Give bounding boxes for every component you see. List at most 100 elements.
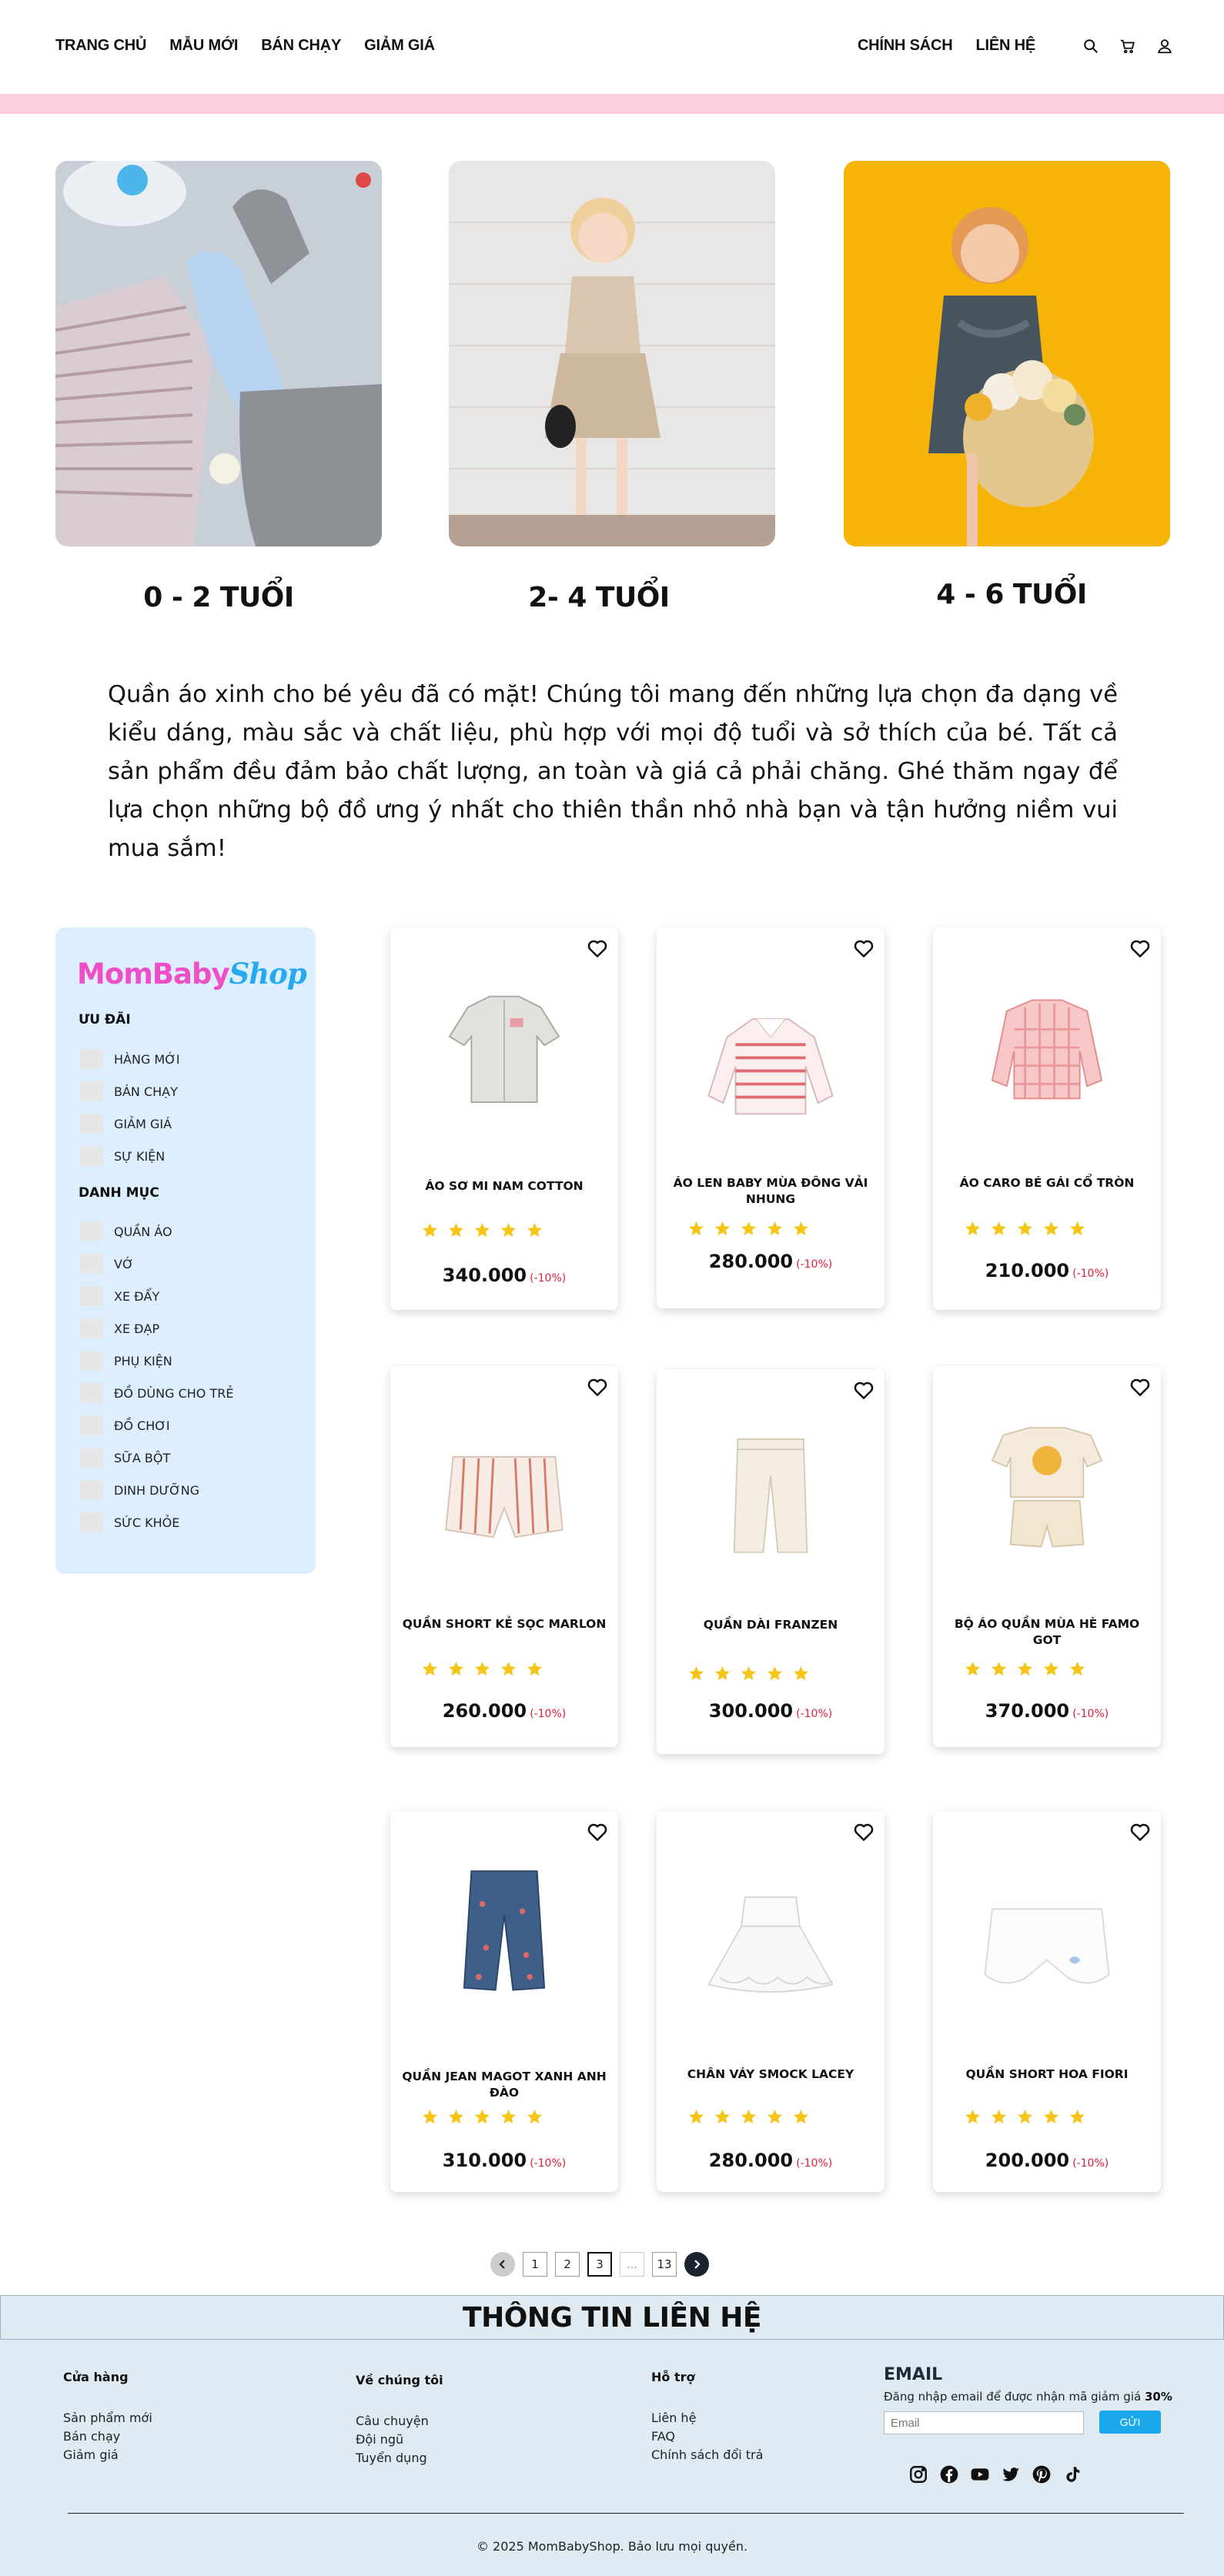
page-2-button[interactable]: 2 [555,2252,580,2277]
twitter-icon[interactable] [1001,2464,1021,2484]
page-3-button[interactable]: 3 [587,2252,612,2277]
email-input[interactable] [884,2411,1084,2434]
heart-icon[interactable] [852,1820,875,1843]
category-filter-item[interactable]: SỮA BỘT [80,1448,170,1468]
product-image[interactable] [970,1417,1124,1555]
product-card[interactable]: BỘ ÁO QUẦN MÙA HÈ FAMO GOT 370.000 (-10%) [933,1366,1161,1747]
offer-filter-item[interactable]: GIẢM GIÁ [80,1114,172,1134]
nav-sale[interactable]: GIẢM GIÁ [364,37,435,55]
product-image[interactable] [970,1873,1124,2011]
category-filter-item[interactable]: QUẦN ÁO [80,1221,172,1241]
heart-icon[interactable] [586,1820,609,1843]
heart-icon[interactable] [586,937,609,960]
product-name[interactable]: QUẦN JEAN MAGOT XANH ANH ĐÀO [401,2069,607,2101]
filter-checkbox[interactable] [80,1286,103,1306]
footer-link-story[interactable]: Câu chuyện [356,2412,443,2431]
offer-filter-item[interactable]: BÁN CHẠY [80,1081,178,1101]
filter-checkbox[interactable] [80,1049,103,1069]
product-image[interactable] [427,1428,581,1566]
footer-link-team[interactable]: Đội ngũ [356,2431,443,2449]
product-card[interactable]: ÁO SƠ MI NAM COTTON 340.000 (-10%) [390,927,618,1310]
pinterest-icon[interactable] [1032,2464,1052,2484]
filter-checkbox[interactable] [80,1415,103,1435]
user-icon[interactable] [1156,38,1173,55]
product-name[interactable]: ÁO LEN BABY MÙA ĐÔNG VẢI NHUNG [667,1175,874,1208]
offer-filter-item[interactable]: HÀNG MỚI [80,1049,180,1069]
filter-checkbox[interactable] [80,1114,103,1134]
filter-checkbox[interactable] [80,1254,103,1274]
shop-logo[interactable]: MomBabyShop [77,957,307,991]
product-name[interactable]: QUẦN SHORT HOA FIORI [944,2066,1150,2083]
filter-checkbox[interactable] [80,1146,103,1166]
product-image[interactable] [694,994,848,1132]
product-name[interactable]: ÁO SƠ MI NAM COTTON [401,1178,607,1194]
nav-policy[interactable]: CHÍNH SÁCH [858,37,953,55]
product-image[interactable] [427,1860,581,1999]
heart-icon[interactable] [852,1378,875,1402]
product-name[interactable]: QUẦN DÀI FRANZEN [667,1617,874,1633]
footer-link-careers[interactable]: Tuyển dụng [356,2449,443,2467]
footer-link-faq[interactable]: FAQ [651,2427,763,2446]
age-card-2-4[interactable] [449,161,775,546]
filter-checkbox[interactable] [80,1081,103,1101]
heart-icon[interactable] [1129,937,1152,960]
heart-icon[interactable] [1129,1820,1152,1843]
filter-checkbox[interactable] [80,1480,103,1500]
age-label-4-6[interactable]: 4 - 6 TUỔI [848,579,1175,610]
cart-icon[interactable] [1119,38,1136,55]
category-filter-item[interactable]: ĐỒ CHƠI [80,1415,170,1435]
age-card-0-2[interactable] [55,161,382,546]
footer-link-contact[interactable]: Liên hệ [651,2409,763,2427]
product-name[interactable]: ÁO CARO BÉ GÁI CỔ TRÒN [944,1175,1150,1191]
product-image[interactable] [694,1868,848,2006]
product-name[interactable]: CHÂN VÁY SMOCK LACEY [667,2066,874,2083]
instagram-icon[interactable] [908,2464,928,2484]
filter-checkbox[interactable] [80,1318,103,1338]
category-filter-item[interactable]: VỚ [80,1254,134,1274]
product-image[interactable] [427,978,581,1117]
product-card[interactable]: CHÂN VÁY SMOCK LACEY 280.000 (-10%) [657,1811,885,2192]
offer-filter-item[interactable]: SỰ KIỆN [80,1146,165,1166]
footer-link-bestseller[interactable]: Bán chạy [63,2427,152,2446]
category-filter-item[interactable]: ĐỒ DÙNG CHO TRẺ [80,1383,233,1403]
heart-icon[interactable] [1129,1375,1152,1398]
filter-checkbox[interactable] [80,1221,103,1241]
product-name[interactable]: BỘ ÁO QUẦN MÙA HÈ FAMO GOT [944,1616,1150,1649]
product-card[interactable]: ÁO LEN BABY MÙA ĐÔNG VẢI NHUNG 280.000 (-1… [657,927,885,1308]
search-icon[interactable] [1082,38,1099,55]
category-filter-item[interactable]: XE ĐẨY [80,1286,159,1306]
page-1-button[interactable]: 1 [523,2252,547,2277]
age-label-0-2[interactable]: 0 - 2 TUỔI [55,582,382,613]
footer-link-new[interactable]: Sản phẩm mới [63,2409,152,2427]
nav-bestseller[interactable]: BÁN CHẠY [261,37,341,55]
product-card[interactable]: QUẦN SHORT HOA FIORI 200.000 (-10%) [933,1811,1161,2192]
product-card[interactable]: QUẦN JEAN MAGOT XANH ANH ĐÀO 310.000 (-10%… [390,1811,618,2192]
category-filter-item[interactable]: SỨC KHỎE [80,1512,179,1532]
page-13-button[interactable]: 13 [652,2252,677,2277]
facebook-icon[interactable] [939,2464,959,2484]
filter-checkbox[interactable] [80,1351,103,1371]
age-card-4-6[interactable] [844,161,1170,546]
product-image[interactable] [694,1425,848,1563]
heart-icon[interactable] [586,1375,609,1398]
subscribe-button[interactable]: GỬI [1099,2411,1161,2434]
filter-checkbox[interactable] [80,1448,103,1468]
footer-link-returns[interactable]: Chính sách đổi trả [651,2446,763,2464]
filter-checkbox[interactable] [80,1512,103,1532]
heart-icon[interactable] [852,937,875,960]
category-filter-item[interactable]: PHỤ KIỆN [80,1351,172,1371]
footer-link-sale[interactable]: Giảm giá [63,2446,152,2464]
age-label-2-4[interactable]: 2- 4 TUỔI [436,582,762,613]
prev-page-button[interactable] [490,2252,515,2277]
category-filter-item[interactable]: XE ĐẠP [80,1318,159,1338]
product-name[interactable]: QUẦN SHORT KẺ SỌC MARLON [401,1616,607,1632]
youtube-icon[interactable] [970,2464,990,2484]
product-card[interactable]: QUẦN SHORT KẺ SỌC MARLON 260.000 (-10%) [390,1366,618,1747]
category-filter-item[interactable]: DINH DƯỠNG [80,1480,199,1500]
tiktok-icon[interactable] [1062,2464,1082,2484]
filter-checkbox[interactable] [80,1383,103,1403]
nav-new[interactable]: MẪU MỚI [169,37,238,55]
product-image[interactable] [970,978,1124,1117]
product-card[interactable]: ÁO CARO BÉ GÁI CỔ TRÒN 210.000 (-10%) [933,927,1161,1310]
nav-contact[interactable]: LIÊN HỆ [976,37,1036,55]
